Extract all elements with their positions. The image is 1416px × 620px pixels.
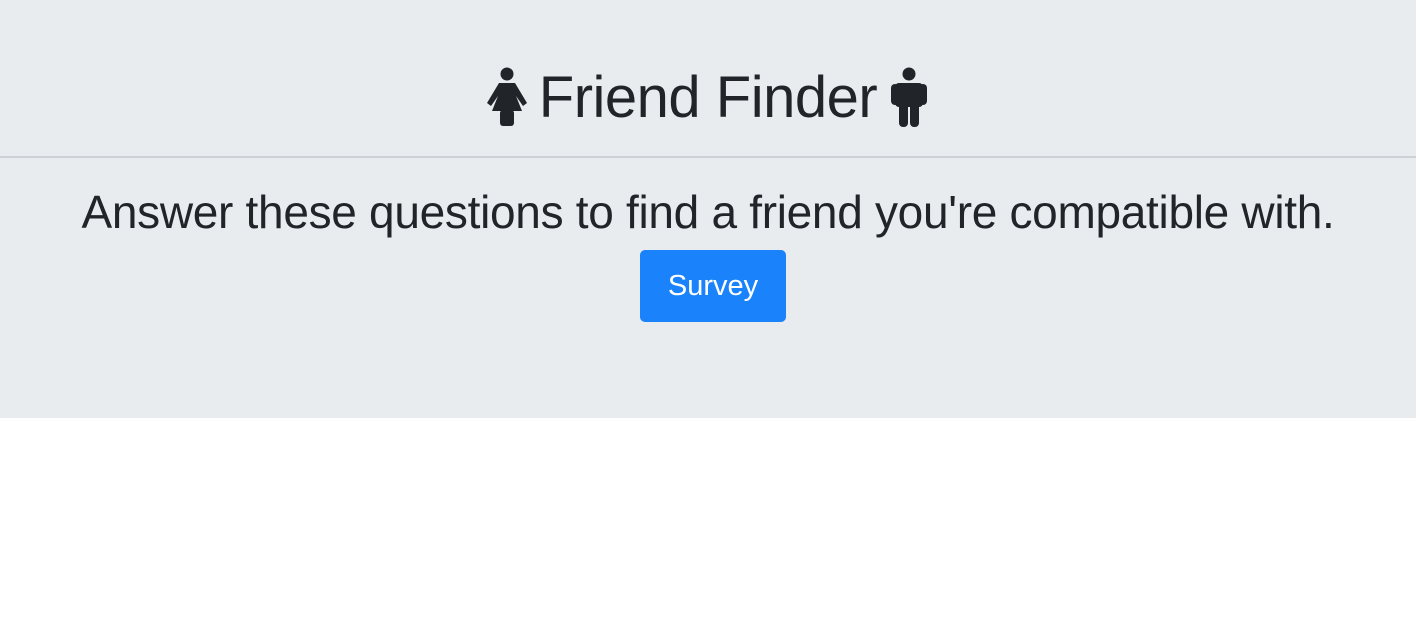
survey-button[interactable]: Survey	[640, 250, 786, 322]
male-person-icon	[891, 67, 928, 127]
title-divider	[0, 156, 1416, 158]
page-title: Friend Finder	[538, 65, 878, 130]
page-title-row: Friend Finder	[0, 58, 1416, 138]
page-subtitle: Answer these questions to find a friend …	[81, 186, 1335, 238]
jumbotron: Friend Finder Answer these questions to …	[0, 0, 1416, 418]
female-person-icon	[486, 67, 527, 126]
